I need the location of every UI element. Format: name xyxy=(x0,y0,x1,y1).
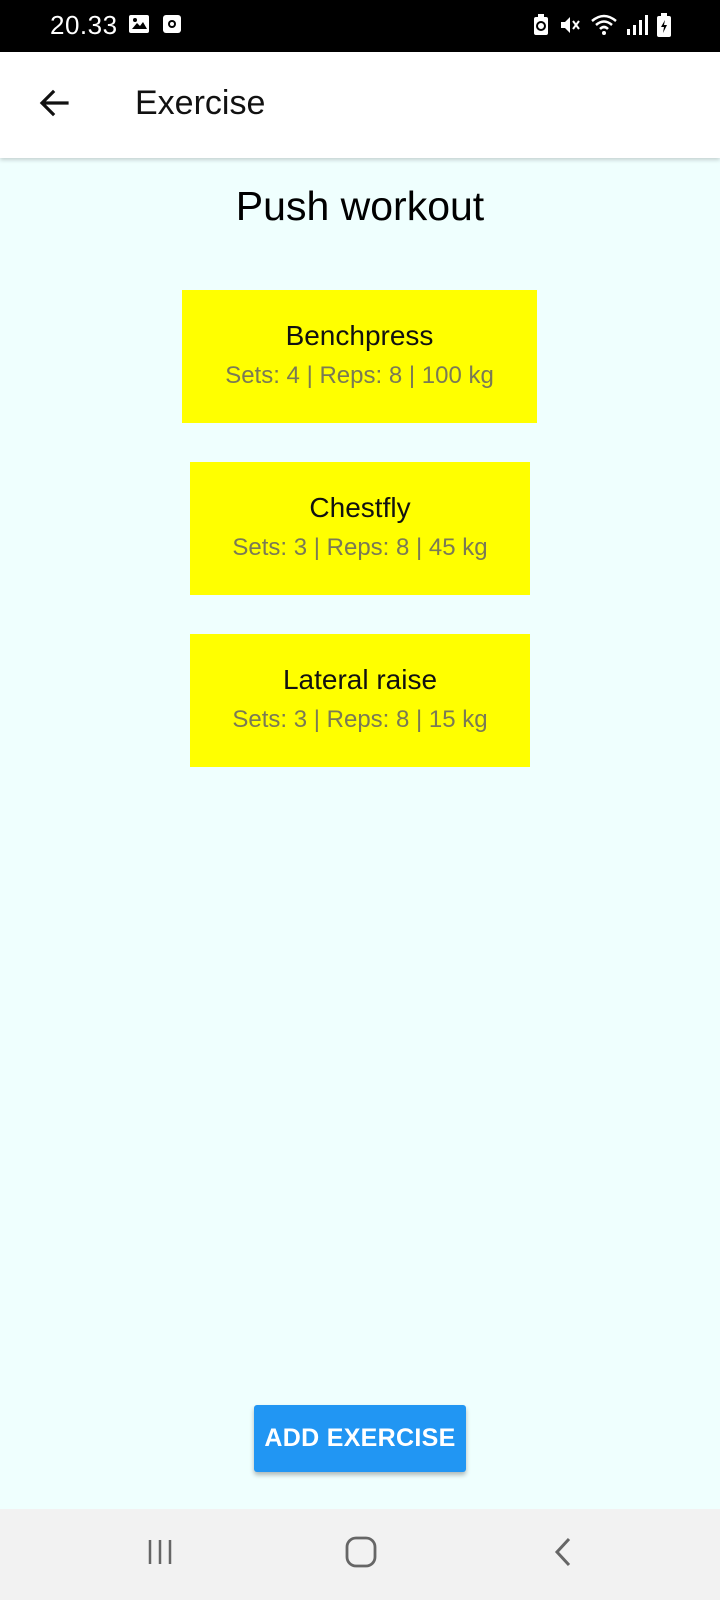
status-icons-right xyxy=(532,12,672,43)
exercise-detail: Sets: 3 | Reps: 8 | 15 kg xyxy=(232,706,488,733)
app-bar: Exercise xyxy=(0,52,720,158)
arrow-left-icon xyxy=(37,86,71,125)
exercise-card[interactable]: Benchpress Sets: 4 | Reps: 8 | 100 kg xyxy=(182,290,537,423)
recents-icon xyxy=(145,1537,175,1572)
status-time: 20.33 xyxy=(50,10,118,40)
signal-icon xyxy=(626,13,648,42)
exercise-name: Lateral raise xyxy=(282,664,438,695)
status-icons-left xyxy=(128,14,182,39)
exercise-detail: Sets: 3 | Reps: 8 | 45 kg xyxy=(232,534,488,561)
exercise-card[interactable]: Lateral raise Sets: 3 | Reps: 8 | 15 kg xyxy=(190,634,530,767)
exercise-card[interactable]: Chestfly Sets: 3 | Reps: 8 | 45 kg xyxy=(190,462,530,595)
home-button[interactable] xyxy=(331,1529,391,1579)
exercise-name: Benchpress xyxy=(285,320,434,351)
status-bar: 20.33 xyxy=(0,0,720,52)
app-screen: 20.33 Exercise Push workout Benchpress S… xyxy=(0,0,720,1600)
home-icon xyxy=(344,1535,378,1574)
wifi-icon xyxy=(590,13,618,42)
exercise-detail: Sets: 4 | Reps: 8 | 100 kg xyxy=(225,362,494,389)
image-icon xyxy=(128,14,150,39)
system-nav-bar xyxy=(0,1509,720,1600)
back-button[interactable] xyxy=(24,75,84,135)
recents-button[interactable] xyxy=(130,1529,190,1579)
battery-charging-icon xyxy=(656,12,672,43)
mute-icon xyxy=(558,13,582,42)
exercise-name: Chestfly xyxy=(309,492,411,523)
workout-title: Push workout xyxy=(235,183,485,229)
nav-back-button[interactable] xyxy=(533,1529,593,1579)
back-icon xyxy=(550,1535,576,1574)
add-exercise-button[interactable]: ADD EXERCISE xyxy=(254,1405,466,1472)
camera-icon xyxy=(162,14,182,39)
app-title: Exercise xyxy=(135,84,266,122)
battery-saver-icon xyxy=(532,13,550,42)
